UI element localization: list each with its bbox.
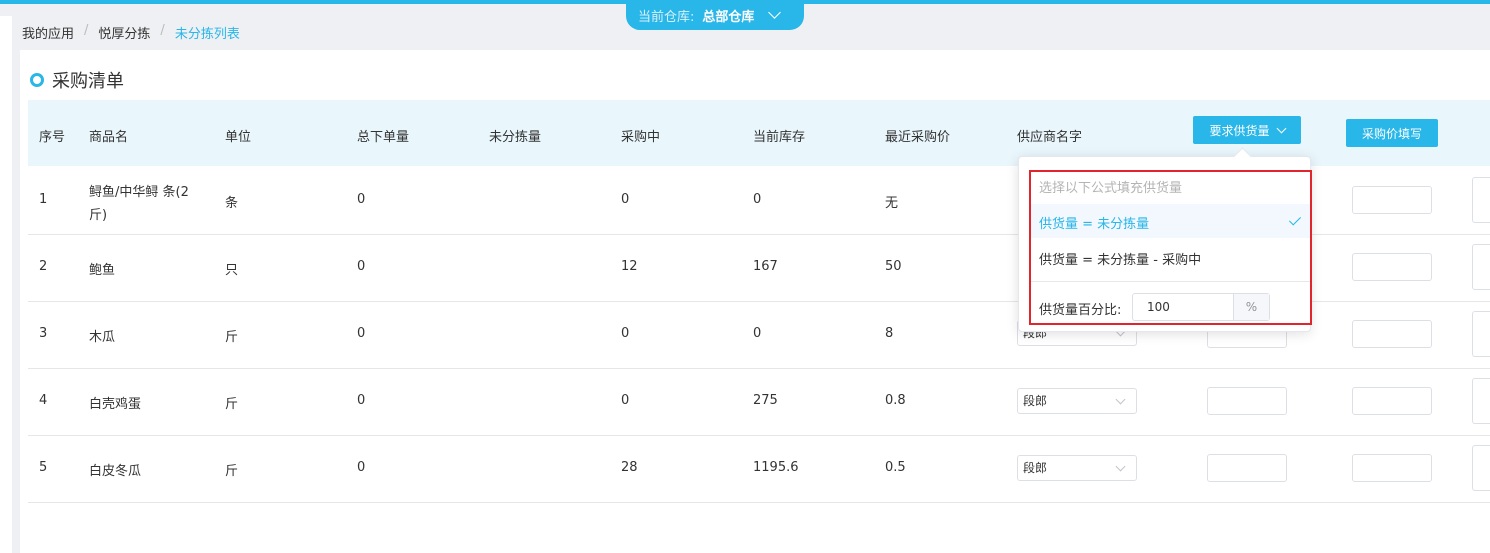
cell-name: 白壳鸡蛋 bbox=[89, 397, 142, 412]
breadcrumb-item-apps[interactable]: 我的应用 bbox=[22, 23, 74, 42]
cell-name: 鲟鱼/中华鲟 条(2 bbox=[89, 185, 189, 200]
row-extra-input[interactable] bbox=[1472, 445, 1490, 491]
chevron-down-icon bbox=[1115, 394, 1126, 405]
purchase-price-fill-button[interactable]: 采购价填写 bbox=[1346, 119, 1438, 147]
cell-no: 2 bbox=[39, 259, 48, 274]
supplier-select-value: 段郎 bbox=[1023, 394, 1048, 408]
supplier-select[interactable]: 段郎 bbox=[1017, 388, 1137, 414]
cell-name: 鲍鱼 bbox=[89, 263, 116, 278]
cell-stock: 0 bbox=[753, 192, 762, 207]
left-sidebar-edge bbox=[0, 16, 12, 553]
cell-price: 50 bbox=[885, 259, 902, 274]
purchase-price-input[interactable] bbox=[1352, 186, 1432, 214]
cell-total: 0 bbox=[357, 326, 366, 341]
supply-quantity-button[interactable]: 要求供货量 bbox=[1193, 116, 1301, 144]
cell-name: 白皮冬瓜 bbox=[89, 464, 142, 479]
col-header-stock: 当前库存 bbox=[753, 130, 806, 145]
cell-total: 0 bbox=[357, 393, 366, 408]
cell-name: 木瓜 bbox=[89, 330, 116, 345]
cell-total: 0 bbox=[357, 460, 366, 475]
cell-stock: 0 bbox=[753, 326, 762, 341]
row-extra-input[interactable] bbox=[1472, 244, 1490, 290]
col-header-unit: 单位 bbox=[225, 130, 252, 145]
cell-price: 0.5 bbox=[885, 460, 906, 475]
supply-quantity-label: 要求供货量 bbox=[1209, 123, 1270, 138]
page-title-text: 采购清单 bbox=[52, 71, 124, 92]
cell-stock: 1195.6 bbox=[753, 460, 799, 475]
col-header-unsorted: 未分拣量 bbox=[489, 130, 542, 145]
chevron-down-icon bbox=[768, 6, 782, 19]
cell-no: 5 bbox=[39, 460, 48, 475]
supplier-select-value: 段郎 bbox=[1023, 461, 1048, 475]
warehouse-value: 总部仓库 bbox=[702, 9, 755, 25]
row-extra-input[interactable] bbox=[1472, 177, 1490, 223]
cell-total: 0 bbox=[357, 259, 366, 274]
supply-quantity-input[interactable] bbox=[1207, 454, 1287, 482]
cell-name-line2: 斤) bbox=[89, 208, 108, 223]
breadcrumb-separator: / bbox=[160, 23, 165, 38]
warehouse-label: 当前仓库: bbox=[638, 9, 695, 25]
cell-unit: 斤 bbox=[225, 397, 239, 412]
cell-stock: 167 bbox=[753, 259, 778, 274]
warehouse-selector[interactable]: 当前仓库: 总部仓库 bbox=[626, 0, 804, 30]
title-circle-icon bbox=[30, 73, 44, 87]
cell-price: 8 bbox=[885, 326, 894, 341]
breadcrumb-item-sorting[interactable]: 悦厚分拣 bbox=[98, 23, 150, 42]
row-extra-input[interactable] bbox=[1472, 378, 1490, 424]
col-header-total: 总下单量 bbox=[357, 130, 410, 145]
cell-purchasing: 0 bbox=[621, 192, 630, 207]
purchase-price-input[interactable] bbox=[1352, 454, 1432, 482]
col-header-price: 最近采购价 bbox=[885, 130, 951, 145]
cell-purchasing: 0 bbox=[621, 326, 630, 341]
row-extra-input[interactable] bbox=[1472, 311, 1490, 357]
cell-no: 4 bbox=[39, 393, 48, 408]
purchase-price-fill-label: 采购价填写 bbox=[1361, 126, 1422, 141]
cell-price: 无 bbox=[885, 196, 899, 211]
purchase-price-input[interactable] bbox=[1352, 253, 1432, 281]
cell-unit: 只 bbox=[225, 263, 239, 278]
breadcrumb-separator: / bbox=[84, 23, 89, 38]
chevron-down-icon bbox=[1115, 461, 1126, 472]
highlight-box bbox=[1029, 170, 1312, 325]
cell-total: 0 bbox=[357, 192, 366, 207]
cell-no: 1 bbox=[39, 192, 48, 207]
cell-purchasing: 12 bbox=[621, 259, 638, 274]
cell-stock: 275 bbox=[753, 393, 778, 408]
cell-purchasing: 0 bbox=[621, 393, 630, 408]
supply-quantity-input[interactable] bbox=[1207, 387, 1287, 415]
col-header-supplier: 供应商名字 bbox=[1017, 130, 1083, 145]
col-header-name: 商品名 bbox=[89, 130, 129, 145]
cell-no: 3 bbox=[39, 326, 48, 341]
purchase-price-input[interactable] bbox=[1352, 320, 1432, 348]
page-title: 采购清单 bbox=[30, 67, 124, 93]
cell-unit: 斤 bbox=[225, 330, 239, 345]
supplier-select[interactable]: 段郎 bbox=[1017, 455, 1137, 481]
breadcrumb-item-current: 未分拣列表 bbox=[174, 27, 240, 42]
breadcrumb: 我的应用 / 悦厚分拣 / 未分拣列表 bbox=[22, 23, 240, 42]
cell-unit: 斤 bbox=[225, 464, 239, 479]
col-header-purchasing: 采购中 bbox=[621, 130, 661, 145]
purchase-price-input[interactable] bbox=[1352, 387, 1432, 415]
cell-purchasing: 28 bbox=[621, 460, 638, 475]
cell-price: 0.8 bbox=[885, 393, 906, 408]
chevron-down-icon bbox=[1276, 123, 1286, 133]
col-header-no: 序号 bbox=[39, 130, 66, 145]
cell-unit: 条 bbox=[225, 196, 239, 211]
